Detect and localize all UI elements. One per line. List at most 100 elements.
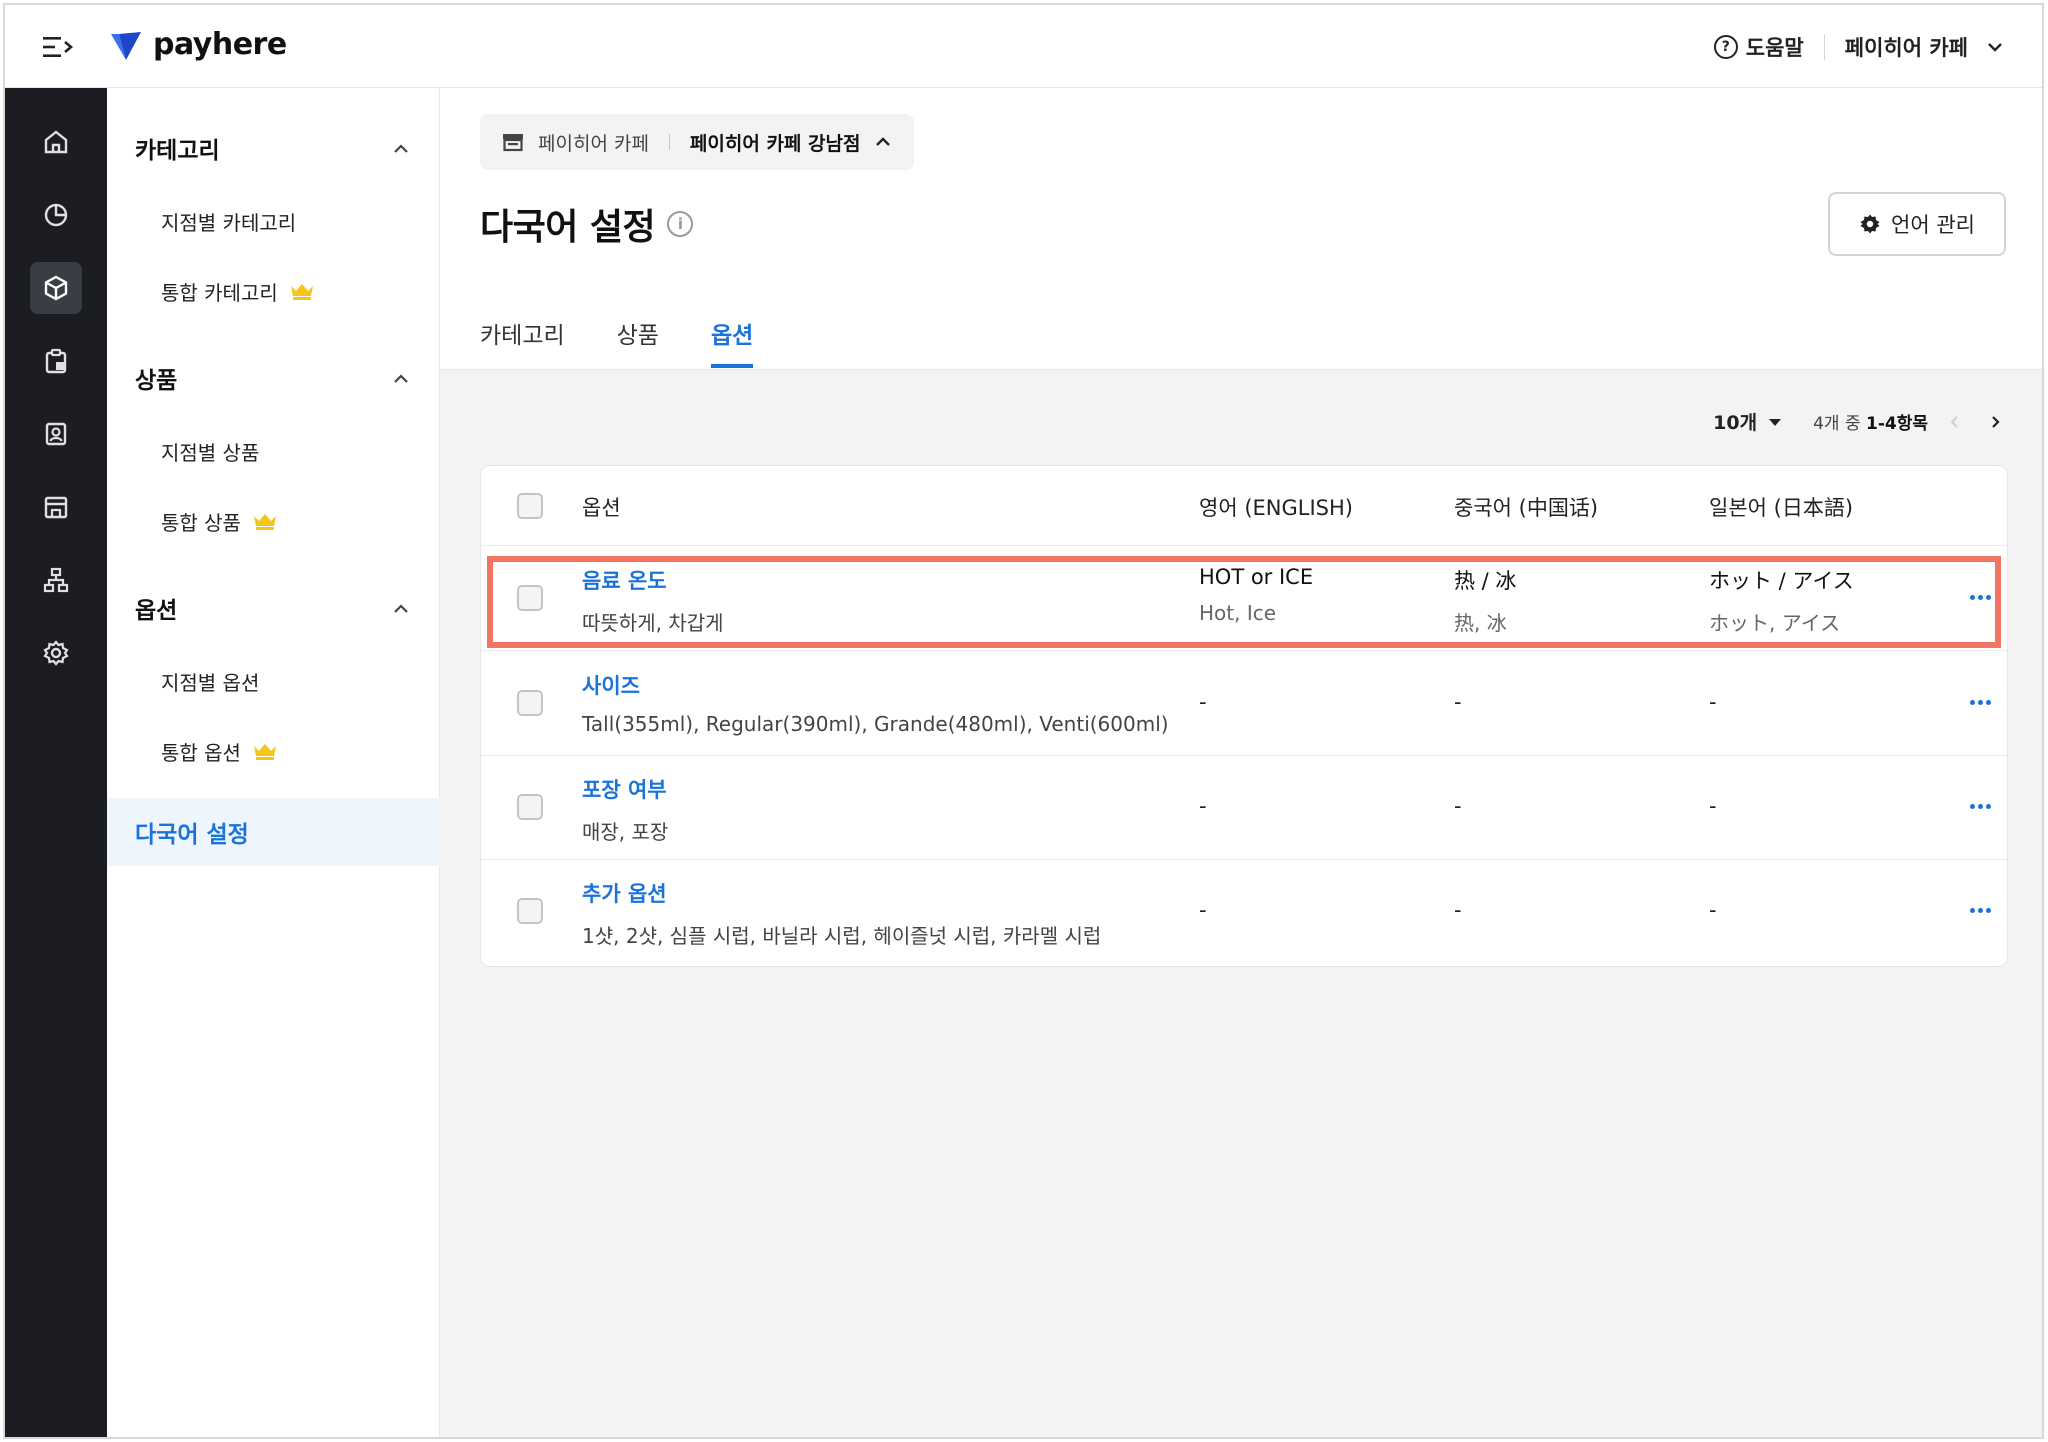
rail-orders[interactable] — [30, 335, 82, 387]
home-icon — [44, 130, 68, 154]
menu-toggle-icon[interactable] — [41, 33, 75, 61]
rail-products[interactable] — [30, 262, 82, 314]
rail-organization[interactable] — [30, 554, 82, 606]
table-row[interactable]: 추가 옵션 1샷, 2샷, 심플 시럽, 바닐라 시럽, 헤이즐넛 시럽, 카라… — [481, 860, 2007, 964]
nav-group-label: 카테고리 — [135, 138, 220, 164]
breadcrumb-current: 페이히어 카페 강남점 — [689, 132, 861, 155]
column-header-chinese: 중국어 (中国话) — [1454, 496, 1599, 520]
table-row[interactable]: 음료 온도 따뜻하게, 차갑게 HOT or ICE Hot, Ice 热 / … — [481, 547, 2007, 651]
nav-item-branch-category[interactable]: 지점별 카테고리 — [107, 194, 440, 248]
english-cell: - — [1199, 690, 1207, 714]
per-page-select[interactable]: 10개 — [1713, 408, 1783, 435]
header-actions: ? 도움말 페이히어 카페 — [1713, 29, 2004, 65]
english-cell: - — [1199, 794, 1207, 818]
select-all-checkbox[interactable] — [517, 493, 543, 519]
nav-item-unified-category[interactable]: 통합 카테고리 — [107, 264, 440, 318]
language-manage-button[interactable]: 언어 관리 — [1828, 192, 2006, 256]
option-name-link[interactable]: 추가 옵션 — [582, 878, 1101, 908]
nav-item-branch-product[interactable]: 지점별 상품 — [107, 424, 440, 478]
brand-logo[interactable]: payhere — [109, 27, 287, 62]
table-row[interactable]: 포장 여부 매장, 포장 - - - — [481, 756, 2007, 860]
rail-stores[interactable] — [30, 481, 82, 533]
more-actions-icon[interactable] — [1965, 585, 1995, 609]
chinese-cell: - — [1454, 690, 1462, 714]
japanese-cell: ホット / アイス ホット, アイス — [1709, 565, 1854, 636]
nav-item-unified-product[interactable]: 통합 상품 — [107, 494, 440, 548]
nav-item-label: 통합 카테고리 — [161, 280, 278, 305]
row-checkbox[interactable] — [517, 585, 543, 611]
page-range-prefix: 4개 중 — [1813, 414, 1861, 434]
tab-product[interactable]: 상품 — [617, 312, 659, 368]
help-icon: ? — [1713, 35, 1738, 59]
tab-option[interactable]: 옵션 — [710, 312, 754, 368]
language-manage-label: 언어 관리 — [1891, 213, 1975, 237]
nav-item-label: 통합 상품 — [161, 510, 241, 535]
nav-item-branch-option[interactable]: 지점별 옵션 — [107, 654, 440, 708]
chevron-up-icon — [394, 604, 408, 613]
row-checkbox[interactable] — [517, 690, 543, 716]
contact-icon — [45, 422, 67, 446]
box-icon — [44, 275, 68, 301]
store-icon — [503, 134, 523, 152]
store-icon — [44, 496, 68, 519]
icon-rail — [5, 88, 107, 1437]
help-label: 도움말 — [1745, 36, 1804, 60]
info-icon[interactable]: i — [667, 211, 694, 237]
option-values: Tall(355ml), Regular(390ml), Grande(480m… — [582, 712, 1169, 736]
settings-icon — [43, 640, 69, 666]
nav-item-label: 다국어 설정 — [135, 822, 249, 848]
page-range: 4개 중 1-4항목 — [1813, 409, 1928, 434]
more-actions-icon[interactable] — [1965, 794, 1995, 818]
page-range-value: 1-4항목 — [1866, 414, 1928, 434]
header-divider — [1823, 34, 1825, 60]
option-cell: 사이즈 Tall(355ml), Regular(390ml), Grande(… — [582, 670, 1169, 736]
more-actions-icon[interactable] — [1965, 690, 1995, 714]
option-cell: 포장 여부 매장, 포장 — [582, 774, 668, 845]
option-name-link[interactable]: 포장 여부 — [582, 774, 668, 804]
store-switcher-label: 페이히어 카페 — [1844, 36, 1968, 60]
nav-item-label: 지점별 상품 — [161, 440, 260, 465]
top-header: payhere ? 도움말 페이히어 카페 — [5, 5, 2042, 88]
chevron-up-icon — [394, 374, 408, 383]
nav-group-option[interactable]: 옵션 — [107, 578, 440, 638]
japanese-name: ホット / アイス — [1709, 569, 1854, 593]
nav-group-product[interactable]: 상품 — [107, 348, 440, 408]
option-name-link[interactable]: 음료 온도 — [582, 565, 724, 595]
column-header-english: 영어 (ENGLISH) — [1199, 496, 1353, 520]
payhere-logo-icon — [111, 31, 141, 60]
table-header: 옵션 영어 (ENGLISH) 중국어 (中国话) 일본어 (日本語) — [481, 466, 2007, 546]
english-cell: HOT or ICE Hot, Ice — [1199, 565, 1313, 625]
crown-icon — [253, 744, 276, 760]
more-actions-icon[interactable] — [1965, 898, 1995, 922]
english-values: Hot, Ice — [1199, 601, 1277, 625]
tab-category[interactable]: 카테고리 — [480, 312, 565, 368]
nav-item-multilanguage[interactable]: 다국어 설정 — [107, 798, 440, 866]
option-values: 매장, 포장 — [582, 820, 669, 844]
store-switcher[interactable]: 페이히어 카페 — [1845, 32, 2004, 62]
prev-page-button[interactable] — [1942, 409, 1968, 435]
option-cell: 추가 옵션 1샷, 2샷, 심플 시럽, 바닐라 시럽, 헤이즐넛 시럽, 카라… — [582, 878, 1101, 949]
table-row[interactable]: 사이즈 Tall(355ml), Regular(390ml), Grande(… — [481, 652, 2007, 756]
row-checkbox[interactable] — [517, 898, 543, 924]
store-breadcrumb[interactable]: 페이히어 카페 페이히어 카페 강남점 — [480, 114, 915, 170]
pie-chart-icon — [44, 203, 68, 227]
rail-home[interactable] — [30, 116, 82, 168]
nav-item-label: 지점별 옵션 — [161, 670, 260, 695]
rail-customers[interactable] — [30, 408, 82, 460]
rail-analytics[interactable] — [30, 189, 82, 241]
next-page-button[interactable] — [1982, 409, 2008, 435]
pagination: 10개 4개 중 1-4항목 — [1713, 408, 2008, 435]
chevron-right-icon — [1992, 415, 2000, 428]
nav-group-category[interactable]: 카테고리 — [107, 118, 440, 178]
chevron-up-icon — [394, 144, 408, 153]
row-checkbox[interactable] — [517, 794, 543, 820]
content-area: 10개 4개 중 1-4항목 옵션 영어 (ENGLISH) 중국어 (中国话) — [440, 369, 2042, 1437]
rail-settings[interactable] — [30, 627, 82, 679]
tab-bar: 카테고리 상품 옵션 — [480, 312, 754, 368]
option-name-link[interactable]: 사이즈 — [582, 670, 1169, 700]
gear-icon — [1860, 214, 1880, 234]
help-link[interactable]: ? 도움말 — [1713, 32, 1804, 62]
crown-icon — [253, 514, 276, 530]
nav-item-unified-option[interactable]: 통합 옵션 — [107, 724, 440, 778]
nav-item-label: 통합 옵션 — [161, 740, 241, 765]
